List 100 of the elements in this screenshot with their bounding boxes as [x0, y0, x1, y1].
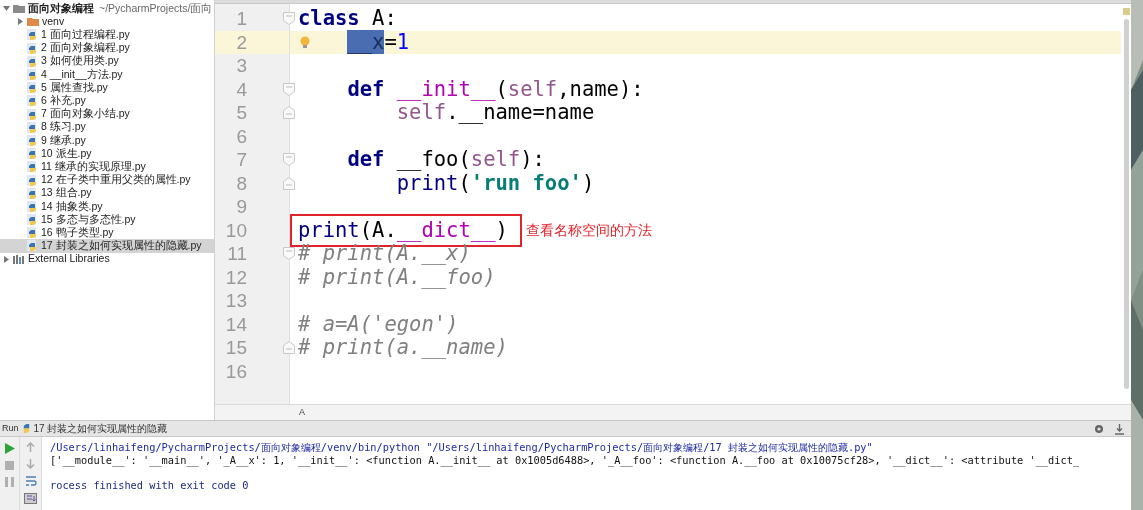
fold-marker-icon[interactable] — [283, 153, 295, 166]
tree-item-label: 4 __init__方法.py — [41, 66, 123, 82]
python-file-icon — [27, 161, 38, 173]
fold-marker-icon[interactable] — [283, 247, 295, 260]
line-number: 8 — [235, 173, 247, 193]
tree-item-label: 2 面向对象编程.py — [41, 40, 130, 55]
python-file-icon — [27, 214, 38, 226]
tree-item[interactable]: 10 派生.py — [0, 147, 214, 161]
tree-item-label: 11 继承的实现原理.py — [41, 159, 146, 174]
tree-item-label: 15 多态与多态性.py — [41, 212, 136, 227]
tree-item[interactable]: 7 面向对象小结.py — [0, 107, 214, 121]
breadcrumb[interactable]: A — [299, 405, 305, 420]
line-number: 5 — [235, 103, 247, 123]
stop-button[interactable] — [5, 461, 14, 470]
tree-item-label: 7 面向对象小结.py — [41, 106, 130, 121]
tree-item[interactable]: 9 继承.py — [0, 133, 214, 148]
line-number: 11 — [226, 244, 247, 264]
tree-item[interactable]: 1 面向过程编程.py — [0, 28, 214, 42]
tree-item[interactable]: 8 练习.py — [0, 120, 214, 134]
console-line: ['__module__': '__main__', '_A__x': 1, '__init__': <function A.__init__ at 0x1005d6488>, '_A__foo': <function A.__foo at 0x10075cf28>, '__dict__': <attribute '__dict_ — [50, 453, 1081, 466]
console-line: /Users/linhaifeng/PycharmProjects/面向对象编程/venv/bin/python "/Users/linhaifeng/PycharmProjects/面向对象编程/17 封装之如何实现属性的隐藏.py" — [50, 441, 874, 454]
tree-item[interactable]: 3 如何使用类.py — [0, 54, 214, 68]
line-number: 2 — [235, 32, 247, 52]
line-number: 14 — [224, 314, 247, 334]
code-line: # print(a.__name) — [298, 336, 508, 360]
tree-item-label: 1 面向过程编程.py — [41, 27, 130, 42]
library-icon — [13, 254, 25, 264]
folder-icon — [27, 17, 39, 27]
code-line: print('run foo') — [395, 171, 595, 195]
tree-item[interactable]: 15 多态与多态性.py — [0, 213, 214, 227]
code-line: def __init__(self,name): — [346, 77, 644, 101]
tree-item-label: 10 派生.py — [41, 146, 92, 161]
line-number: 4 — [235, 79, 247, 99]
code-line: # print(A.__x) — [298, 242, 471, 266]
line-number: 15 — [224, 338, 247, 358]
tree-item-label: 面向对象编程 — [28, 0, 94, 16]
tree-item[interactable]: 11 继承的实现原理.py — [0, 160, 214, 174]
python-file-icon — [27, 121, 38, 133]
tree-item[interactable]: 13 组合.py — [0, 186, 214, 200]
python-file-icon — [27, 82, 38, 94]
python-file-icon — [27, 227, 38, 239]
tree-item[interactable]: 5 属性查找.py — [0, 81, 214, 95]
tree-item-label: 16 鸭子类型.py — [41, 225, 114, 240]
tree-item[interactable]: 14 抽象类.py — [0, 199, 214, 213]
python-file-icon — [27, 200, 38, 212]
python-file-icon — [27, 69, 38, 81]
download-icon[interactable] — [1114, 422, 1125, 435]
tree-item-label: 9 继承.py — [41, 132, 86, 148]
fold-marker-icon[interactable] — [283, 341, 295, 354]
code-line: self.__name=name — [395, 101, 595, 125]
tree-item-label: External Libraries — [28, 251, 110, 267]
tree-item[interactable]: External Libraries — [0, 252, 214, 266]
tree-item[interactable]: 面向对象编程 ~/PycharmProjects/面向 — [0, 2, 214, 16]
tree-item-label: 17 封装之如何实现属性的隐藏.py — [41, 238, 202, 254]
python-file-icon — [27, 240, 38, 252]
python-file-icon — [27, 174, 38, 186]
python-file-icon — [27, 29, 38, 41]
soft-wrap-icon[interactable] — [24, 476, 37, 486]
code-line: def __foo(self): — [346, 148, 545, 172]
tree-item[interactable]: 12 在子类中重用父类的属性.py — [0, 173, 214, 187]
tree-item-label: venv — [42, 14, 65, 29]
tree-item[interactable]: 17 封装之如何实现属性的隐藏.py — [0, 239, 214, 253]
tree-item[interactable]: 16 鸭子类型.py — [0, 226, 214, 240]
down-arrow-icon[interactable] — [26, 459, 35, 469]
status-icon — [1122, 8, 1130, 15]
tree-item[interactable]: 6 补充.py — [0, 94, 214, 108]
code-line: class A: — [298, 7, 397, 31]
line-number: 6 — [235, 126, 247, 146]
tree-item[interactable]: venv — [0, 15, 214, 29]
fold-marker-icon[interactable] — [283, 106, 295, 119]
settings-icon[interactable] — [1093, 422, 1105, 435]
line-number: 10 — [224, 220, 247, 240]
code-line: __x=1 — [346, 30, 410, 54]
line-number: 3 — [235, 56, 247, 76]
code-line: print(A.__dict__) — [298, 218, 508, 242]
tree-item-label: 3 如何使用类.py — [41, 53, 119, 69]
line-number: 1 — [235, 9, 247, 29]
folder-icon — [13, 4, 25, 14]
code-line: # print(A.__foo) — [298, 265, 496, 289]
annotation-note: 查看名称空间的方法 — [525, 220, 652, 240]
tree-item-label: 14 抽象类.py — [41, 198, 103, 214]
project-path: ~/PycharmProjects/面向 — [99, 0, 213, 16]
lightbulb-icon[interactable] — [300, 35, 310, 49]
tree-item-label: 6 补充.py — [41, 93, 86, 108]
tree-item[interactable]: 4 __init__方法.py — [0, 67, 214, 82]
run-icon[interactable] — [4, 443, 15, 454]
tree-item[interactable]: 2 面向对象编程.py — [0, 41, 214, 55]
fold-marker-icon[interactable] — [283, 82, 295, 96]
pause-icon[interactable] — [5, 477, 14, 487]
fold-marker-icon[interactable] — [283, 176, 295, 190]
python-file-icon — [27, 187, 38, 199]
run-label: Run — [2, 421, 19, 435]
line-number: 9 — [235, 197, 247, 217]
fold-marker-icon[interactable] — [283, 12, 295, 25]
scrollbar[interactable] — [1123, 19, 1129, 389]
scroll-to-end-icon[interactable] — [24, 493, 37, 504]
console-line: rocess finished with exit code 0 — [50, 478, 250, 491]
up-arrow-icon[interactable] — [26, 442, 35, 452]
tree-item-label: 8 练习.py — [41, 119, 86, 135]
code-line: # a=A('egon') — [298, 312, 459, 336]
